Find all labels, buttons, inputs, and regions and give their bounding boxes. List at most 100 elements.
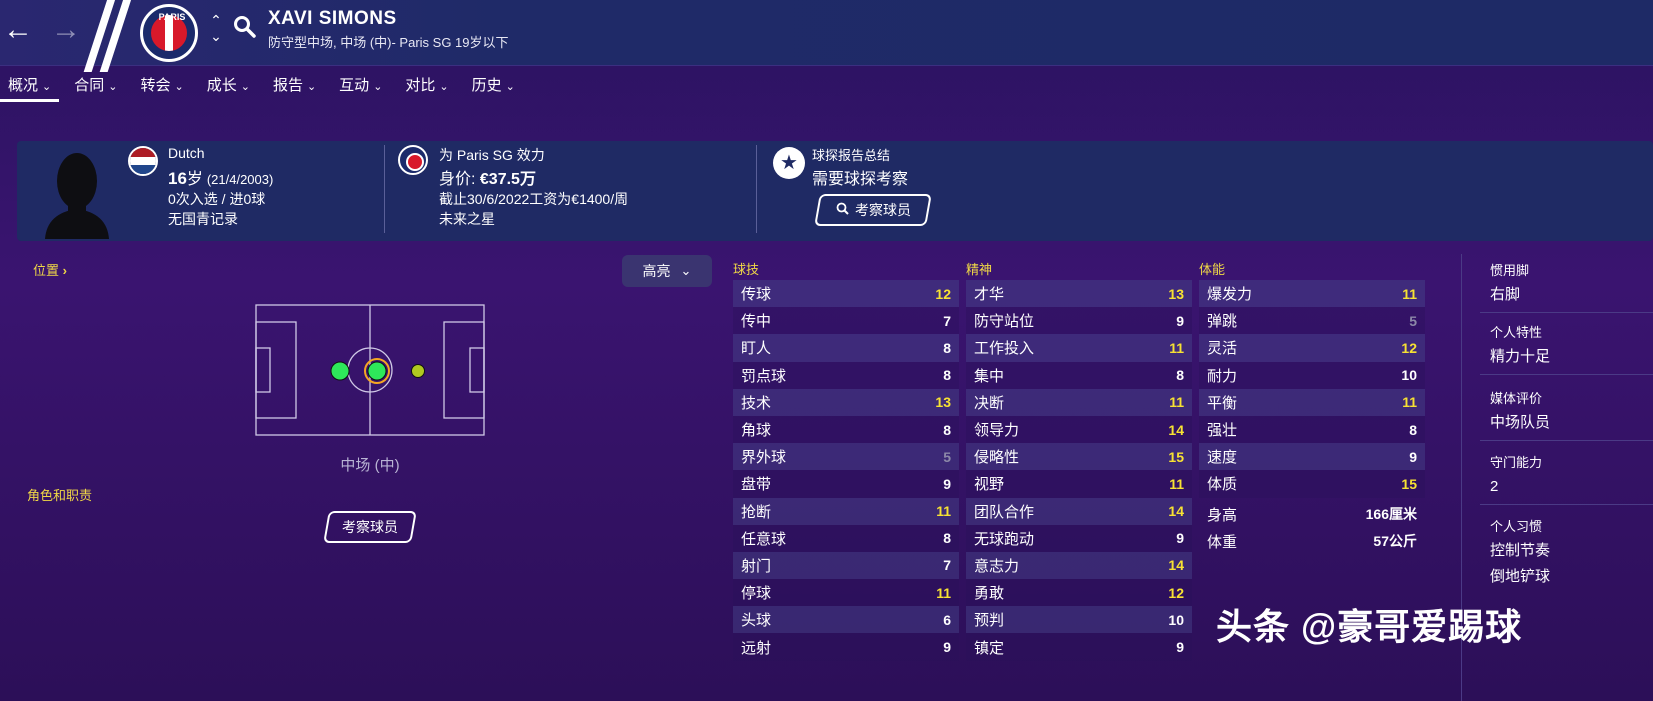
tab-interaction[interactable]: 互动 ⌄ [339, 68, 382, 102]
scout-player-button[interactable]: 考察球员 [814, 194, 932, 226]
player-info-panel: Dutch 16岁 (21/4/2003) 0次入选 / 进0球 无国青记录 为… [17, 141, 1653, 241]
pitch-position-label: 中场 (中) [340, 457, 400, 474]
attribute-value: 7 [943, 312, 951, 329]
tab-compare[interactable]: 对比 ⌄ [405, 68, 448, 102]
attribute-row[interactable]: 视野 11 [966, 470, 1192, 498]
attribute-row[interactable]: 传中 7 [733, 307, 959, 335]
attribute-row[interactable]: 侵略性 15 [966, 443, 1192, 471]
attribute-row[interactable]: 远射 9 [733, 633, 959, 661]
tab-reports[interactable]: 报告 ⌄ [273, 68, 316, 102]
scout-player-label: 考察球员 [342, 519, 398, 535]
attribute-row[interactable]: 任意球 8 [733, 524, 959, 552]
attribute-row[interactable]: 传球 12 [733, 280, 959, 308]
attribute-row[interactable]: 角球 8 [733, 415, 959, 444]
up-down-chevron-icon[interactable]: ⌃ ⌄ [208, 12, 224, 44]
attribute-row[interactable]: 射门 7 [733, 551, 959, 580]
attribute-row[interactable]: 盯人 8 [733, 334, 959, 362]
attribute-row[interactable]: 强壮 8 [1199, 415, 1425, 444]
tab-label: 对比 [405, 77, 436, 94]
attribute-row[interactable]: 决断 11 [966, 388, 1192, 416]
chevron-down-icon: ⌄ [306, 81, 317, 93]
attribute-value: 9 [943, 475, 951, 492]
back-arrow-icon[interactable]: ← [0, 12, 36, 48]
highlight-dropdown[interactable]: 高亮 ⌄ [622, 255, 712, 287]
attribute-row[interactable]: 防守站位 9 [966, 307, 1192, 335]
forward-arrow-icon[interactable]: → [48, 12, 84, 48]
attribute-name: 射门 [741, 557, 772, 575]
attribute-row[interactable]: 抢断 11 [733, 497, 959, 525]
tab-label: 合同 [74, 77, 105, 94]
player-name: XAVI SIMONS [268, 8, 397, 29]
age: 16 [168, 169, 187, 188]
highlight-label: 高亮 [642, 263, 671, 279]
tab-label: 转会 [140, 77, 171, 94]
attribute-row[interactable]: 领导力 14 [966, 415, 1192, 444]
contract-info: 截止30/6/2022工资为€1400/周 [439, 191, 629, 207]
height-value: 166厘米 [1365, 506, 1417, 522]
attribute-value: 13 [1168, 285, 1184, 302]
chevron-down-icon: ⌄ [680, 263, 692, 278]
attribute-row[interactable]: 罚点球 8 [733, 361, 959, 389]
attribute-value: 5 [943, 448, 951, 465]
media-title: 媒体评价 [1490, 391, 1543, 406]
attribute-name: 角球 [741, 422, 772, 440]
attribute-row[interactable]: 耐力 10 [1199, 361, 1425, 389]
international-caps: 0次入选 / 进0球 [168, 191, 266, 207]
tab-transfer[interactable]: 转会 ⌄ [140, 68, 183, 102]
attribute-row[interactable]: 界外球 5 [733, 443, 959, 471]
tab-development[interactable]: 成长 ⌄ [207, 68, 250, 102]
search-icon[interactable] [232, 14, 258, 40]
attribute-row[interactable]: 勇敢 12 [966, 579, 1192, 607]
attribute-row[interactable]: 灵活 12 [1199, 334, 1425, 362]
attribute-row[interactable]: 镇定 9 [966, 633, 1192, 661]
chevron-down-icon: ⌄ [439, 81, 449, 93]
attribute-value: 7 [943, 557, 951, 574]
attribute-name: 勇敢 [974, 585, 1005, 603]
attribute-row[interactable]: 工作投入 11 [966, 334, 1192, 362]
attribute-name: 体质 [1207, 476, 1238, 494]
attribute-name: 界外球 [741, 449, 787, 467]
attribute-row[interactable]: 意志力 14 [966, 551, 1192, 580]
scout-player-button-2[interactable]: 考察球员 [323, 511, 417, 543]
tab-contract[interactable]: 合同 ⌄ [74, 68, 117, 102]
role-and-duty-label: 角色和职责 [27, 488, 93, 503]
attribute-row[interactable]: 技术 13 [733, 388, 959, 416]
attribute-value: 12 [1401, 339, 1417, 356]
attribute-value: 11 [1169, 339, 1184, 356]
attribute-row[interactable]: 体质 15 [1199, 470, 1425, 498]
attribute-row[interactable]: 头球 6 [733, 606, 959, 634]
tab-history[interactable]: 历史 ⌄ [472, 68, 515, 102]
weight-value: 57公斤 [1373, 533, 1417, 549]
attribute-row[interactable]: 盘带 9 [733, 470, 959, 498]
attribute-row[interactable]: 预判 10 [966, 606, 1192, 634]
club-badge-icon[interactable]: PARIS [140, 4, 198, 62]
attribute-row[interactable]: 平衡 11 [1199, 388, 1425, 416]
attribute-row[interactable]: 无球跑动 9 [966, 524, 1192, 552]
chevron-down-icon: ⌄ [174, 81, 184, 93]
player-subtitle: 防守型中场, 中场 (中)- Paris SG 19岁以下 [268, 35, 509, 50]
attribute-name: 爆发力 [1207, 286, 1253, 304]
scout-report-text: 需要球探考察 [812, 171, 909, 188]
attribute-row[interactable]: 弹跳 5 [1199, 307, 1425, 335]
attribute-name: 无球跑动 [974, 530, 1035, 548]
age-suffix: 岁 [186, 171, 203, 188]
attribute-row[interactable]: 才华 13 [966, 280, 1192, 308]
tab-overview[interactable]: 概况 ⌄ [0, 68, 60, 102]
search-icon [836, 202, 849, 218]
attribute-name: 强壮 [1207, 422, 1238, 440]
attribute-row[interactable]: 速度 9 [1199, 443, 1425, 471]
attribute-value: 8 [943, 530, 951, 547]
position-link[interactable]: 位置 › [33, 260, 67, 279]
club-badge-small-icon[interactable] [398, 145, 428, 175]
personality-value: 精力十足 [1490, 348, 1551, 365]
attribute-name: 任意球 [741, 530, 787, 548]
attribute-name: 盘带 [741, 476, 772, 494]
height-row: 身高 166厘米 [1199, 504, 1425, 525]
attribute-row[interactable]: 集中 8 [966, 361, 1192, 389]
attribute-row[interactable]: 爆发力 11 [1199, 280, 1425, 308]
attribute-value: 9 [943, 639, 951, 656]
attribute-name: 弹跳 [1207, 313, 1238, 331]
attribute-row[interactable]: 团队合作 14 [966, 497, 1192, 525]
attribute-row[interactable]: 停球 11 [733, 579, 959, 607]
plays-for: 为 Paris SG 效力 [439, 147, 545, 163]
